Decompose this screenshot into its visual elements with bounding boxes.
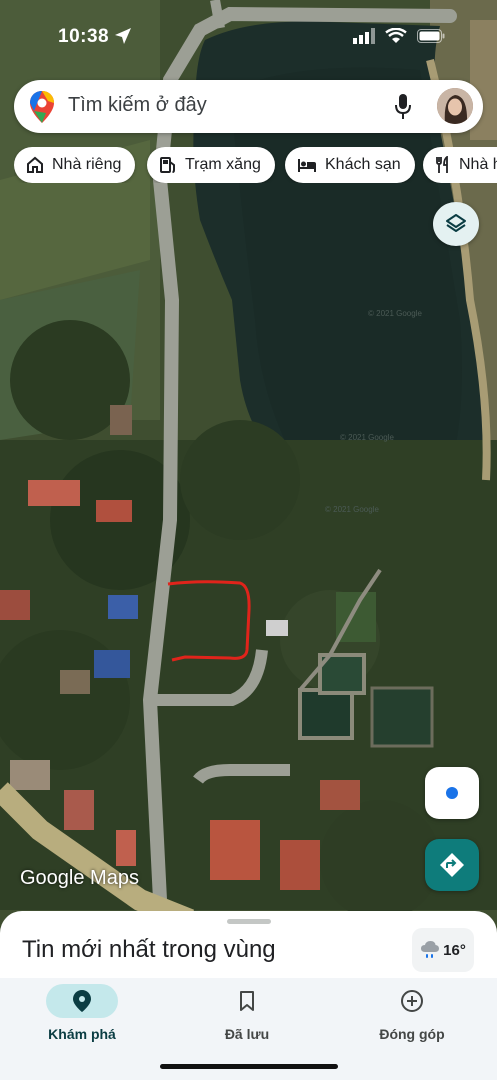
map-watermark-3: © 2021 Google [325, 505, 379, 514]
layers-icon [446, 214, 466, 232]
search-bar[interactable]: Tìm kiếm ở đây [14, 80, 483, 133]
google-maps-pin-icon [30, 91, 54, 128]
chip-hotel[interactable]: Khách sạn [285, 147, 415, 183]
add-circle-icon [401, 990, 423, 1012]
bookmark-icon [240, 991, 254, 1011]
microphone-icon[interactable] [395, 94, 411, 125]
location-arrow-icon [114, 27, 132, 50]
chip-home[interactable]: Nhà riêng [14, 147, 136, 183]
hotel-bed-icon [298, 159, 316, 172]
explore-pin-icon [73, 990, 91, 1012]
weather-badge[interactable]: 16° [412, 928, 474, 972]
nav-saved-label: Đã lưu [224, 1026, 270, 1042]
home-indicator[interactable] [160, 1064, 338, 1069]
layers-button[interactable] [433, 202, 479, 246]
my-location-icon [446, 787, 458, 799]
status-icons [353, 27, 445, 49]
gas-station-icon [160, 157, 175, 173]
chip-label: Nhà riêng [52, 156, 122, 173]
chip-label: Khách sạn [325, 156, 401, 173]
sheet-drag-handle[interactable] [227, 919, 271, 924]
restaurant-icon [436, 156, 448, 173]
nav-explore-icon-bg [46, 984, 118, 1018]
battery-icon [417, 29, 445, 48]
signal-icon [353, 28, 375, 49]
nav-saved-icon-bg [211, 984, 283, 1018]
map-watermark-1: © 2021 Google [368, 309, 422, 318]
sheet-title: Tin mới nhất trong vùng [22, 936, 276, 963]
nav-contribute-icon-bg [376, 984, 448, 1018]
nav-contribute-label: Đóng góp [379, 1026, 445, 1042]
chip-restaurant[interactable]: Nhà hàng [423, 147, 497, 183]
avatar[interactable] [437, 88, 473, 124]
weather-temperature: 16° [443, 941, 466, 959]
rain-cloud-icon [421, 941, 440, 958]
search-input[interactable]: Tìm kiếm ở đây [68, 94, 207, 117]
chip-gas-station[interactable]: Trạm xăng [147, 147, 275, 183]
status-bar: 10:38 [0, 0, 497, 70]
directions-button[interactable] [425, 839, 479, 891]
wifi-icon [385, 27, 407, 49]
nav-contribute[interactable]: Đóng góp [342, 984, 482, 1042]
nav-explore-label: Khám phá [48, 1026, 116, 1042]
nav-explore[interactable]: Khám phá [12, 984, 152, 1042]
chip-label: Nhà hàng [459, 156, 497, 173]
google-maps-logo: Google Maps [20, 867, 139, 889]
my-location-button[interactable] [425, 767, 479, 819]
category-chips: Nhà riêng Trạm xăng Khách sạn Nhà hàng [14, 147, 497, 183]
status-time: 10:38 [58, 26, 110, 47]
nav-saved[interactable]: Đã lưu [177, 984, 317, 1042]
chip-label: Trạm xăng [185, 156, 261, 173]
map-watermark-2: © 2021 Google [340, 433, 394, 442]
directions-icon [440, 853, 464, 877]
home-icon [27, 156, 43, 173]
